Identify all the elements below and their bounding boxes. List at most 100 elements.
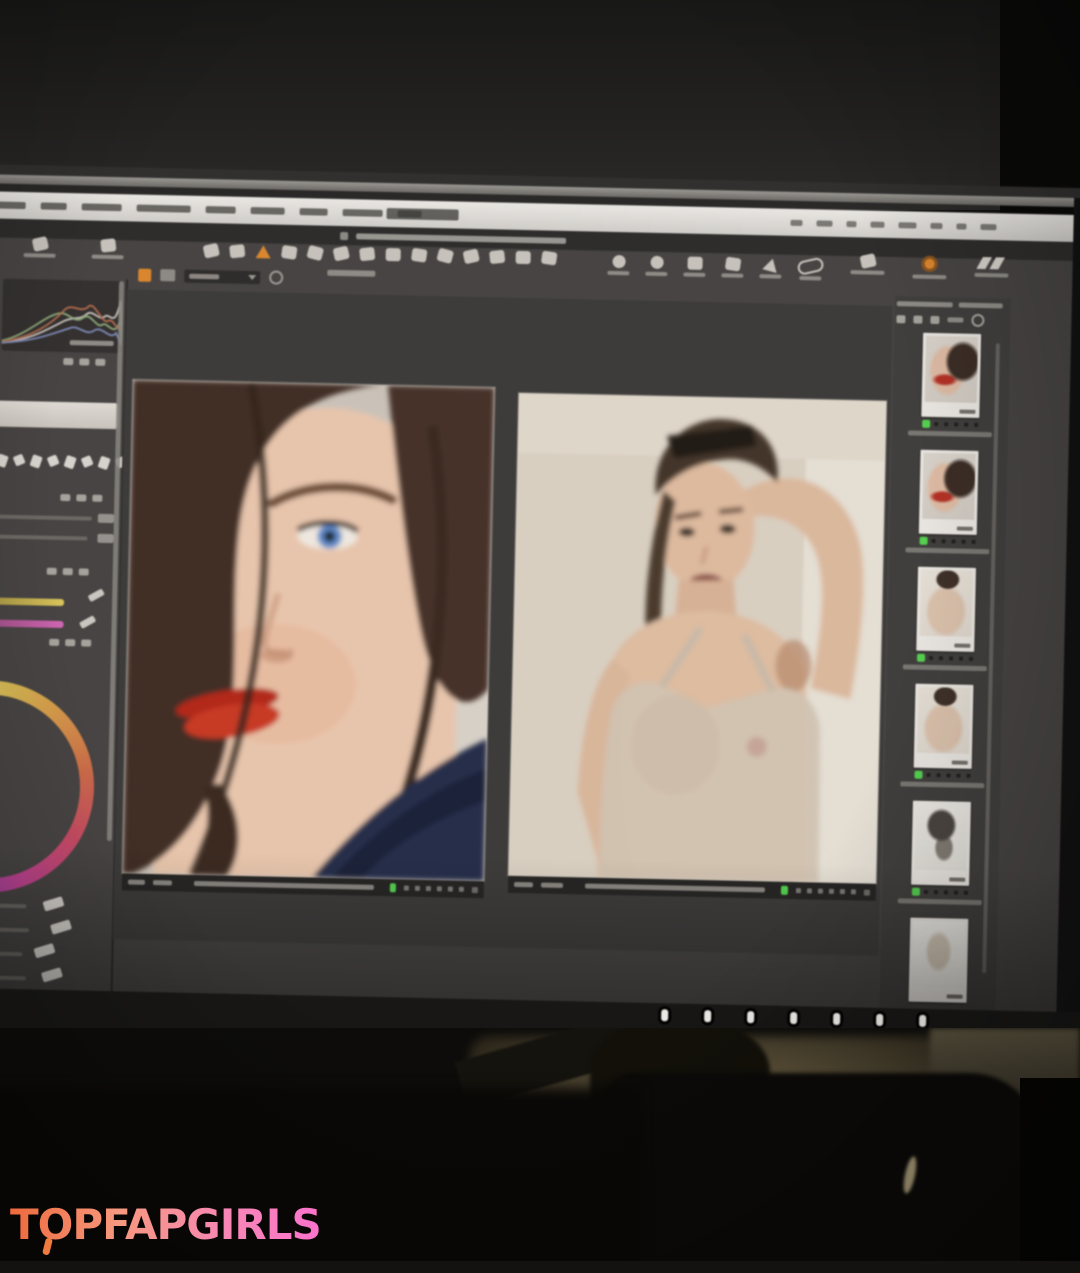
menu-item[interactable] xyxy=(137,205,191,213)
menu-item[interactable] xyxy=(300,208,328,216)
menu-item[interactable] xyxy=(82,203,122,211)
rating-dots[interactable] xyxy=(796,888,856,894)
rotate-cw-icon[interactable] xyxy=(645,256,667,277)
preset-dropdown[interactable] xyxy=(184,269,260,284)
menu-item[interactable] xyxy=(41,202,67,210)
thumb-size-icon[interactable] xyxy=(896,315,905,323)
filmstrip-thumbnail[interactable] xyxy=(894,683,992,788)
radial-mask-icon[interactable] xyxy=(516,251,531,264)
panel-header-icons[interactable] xyxy=(63,358,105,366)
flag-badge[interactable] xyxy=(781,886,788,895)
menubar-status-icon[interactable] xyxy=(790,220,802,226)
filter-icon[interactable] xyxy=(160,269,175,281)
thumbnail-frame xyxy=(919,450,979,535)
filmstrip-thumbnail[interactable] xyxy=(889,917,987,1012)
color-balance-slider[interactable] xyxy=(0,950,22,956)
thumbnail-filename xyxy=(900,781,984,788)
flag-filter-icon[interactable] xyxy=(913,315,922,323)
menu-item[interactable] xyxy=(251,207,285,215)
saturation-gradient-slider[interactable] xyxy=(0,596,64,606)
slider-value xyxy=(97,534,113,543)
filmstrip-thumbnail[interactable] xyxy=(892,800,990,905)
overlay-icon[interactable] xyxy=(683,256,705,277)
clone-tool-icon[interactable] xyxy=(386,248,401,261)
grid-icon[interactable] xyxy=(721,257,743,278)
rating-dots[interactable] xyxy=(929,656,973,661)
crop-tool-icon[interactable] xyxy=(256,245,271,258)
color-balance-slider[interactable] xyxy=(0,926,29,932)
color-balance-slider[interactable] xyxy=(0,974,26,980)
edit-pencil-icon[interactable] xyxy=(79,615,96,629)
menu-item[interactable] xyxy=(343,209,383,217)
eraser-tool-icon[interactable] xyxy=(464,250,479,263)
flag-badge xyxy=(922,420,930,428)
edit-pencil-icon[interactable] xyxy=(88,588,105,602)
gradient-mask-icon[interactable] xyxy=(490,250,505,263)
rotate-ccw-icon[interactable] xyxy=(607,255,629,276)
color-balance-slider[interactable] xyxy=(0,902,26,908)
mask-tool-icon[interactable] xyxy=(412,249,427,262)
rating-dots[interactable] xyxy=(924,890,968,895)
menubar-status-icon[interactable] xyxy=(846,221,856,227)
thumbnail-corner-mark xyxy=(947,994,963,998)
filmstrip-thumbnail[interactable] xyxy=(902,332,1000,437)
menu-item[interactable] xyxy=(206,206,236,214)
rating-dots[interactable] xyxy=(934,422,978,427)
viewer-image-torso-pose[interactable] xyxy=(508,393,886,884)
viewer-image-portrait-closeup[interactable] xyxy=(122,380,495,882)
styles-icon[interactable] xyxy=(974,257,1008,281)
menubar-status-icon[interactable] xyxy=(980,224,996,230)
contrast-slider[interactable] xyxy=(0,533,87,540)
zoom-tool-icon[interactable] xyxy=(230,245,245,258)
process-icon[interactable] xyxy=(912,255,946,279)
panel-header-icons[interactable] xyxy=(47,568,89,576)
menubar-status-icon[interactable] xyxy=(956,223,966,229)
flag-badge[interactable] xyxy=(390,883,396,892)
pan-tool-icon[interactable] xyxy=(204,244,219,257)
radial-mask-icon xyxy=(516,251,531,264)
histogram-values-label xyxy=(70,340,114,346)
menubar-status-icon[interactable] xyxy=(930,223,942,229)
menubar-status-icon[interactable] xyxy=(870,222,884,228)
straighten-tool-icon[interactable] xyxy=(308,246,323,259)
export-icon[interactable] xyxy=(850,254,884,278)
filmstrip-thumbnail[interactable] xyxy=(897,566,995,671)
rating-dots[interactable] xyxy=(926,773,970,778)
tool-tab-icons[interactable] xyxy=(0,455,126,470)
warning-triangle-icon[interactable] xyxy=(759,258,781,279)
heal-tool-icon[interactable] xyxy=(360,247,375,260)
panel-header-icons[interactable] xyxy=(60,494,102,502)
proof-oval-icon[interactable] xyxy=(797,259,823,281)
brush-tool-icon[interactable] xyxy=(438,249,453,262)
cursor-tool-icon[interactable] xyxy=(24,237,56,258)
exposure-slider[interactable] xyxy=(0,513,92,520)
loupe-tool-icon[interactable] xyxy=(92,239,124,260)
menubar-status-icon[interactable] xyxy=(816,220,832,226)
color-tag-swatch[interactable] xyxy=(138,268,151,281)
rotate-tool-icon[interactable] xyxy=(282,246,297,259)
filmstrip-header-icons xyxy=(896,312,984,327)
spot-tool-icon[interactable] xyxy=(334,247,349,260)
thumbnail-image xyxy=(912,921,965,988)
filmstrip-thumbnail[interactable] xyxy=(899,449,997,554)
styles-icon xyxy=(980,257,1004,271)
menubar-status-icon[interactable] xyxy=(898,222,916,228)
tool-label xyxy=(607,271,629,275)
power-led xyxy=(661,1009,668,1021)
thumbnail-frame xyxy=(921,333,981,418)
color-wheel[interactable] xyxy=(0,678,96,895)
slider-value xyxy=(33,943,55,958)
rating-dots[interactable] xyxy=(404,886,464,892)
menu-item[interactable] xyxy=(0,201,26,209)
tint-gradient-slider[interactable] xyxy=(0,618,64,628)
search-icon[interactable] xyxy=(971,314,984,327)
sort-icon[interactable] xyxy=(930,315,939,323)
power-led xyxy=(833,1013,840,1025)
color-picker-icon[interactable] xyxy=(542,251,557,264)
slider-value xyxy=(42,896,64,911)
rating-dots[interactable] xyxy=(932,539,976,544)
toolbar-right-group xyxy=(850,254,1008,280)
panel-header-icons[interactable] xyxy=(49,639,91,647)
white-balance-strip[interactable] xyxy=(0,399,118,429)
search-icon[interactable] xyxy=(269,270,283,284)
